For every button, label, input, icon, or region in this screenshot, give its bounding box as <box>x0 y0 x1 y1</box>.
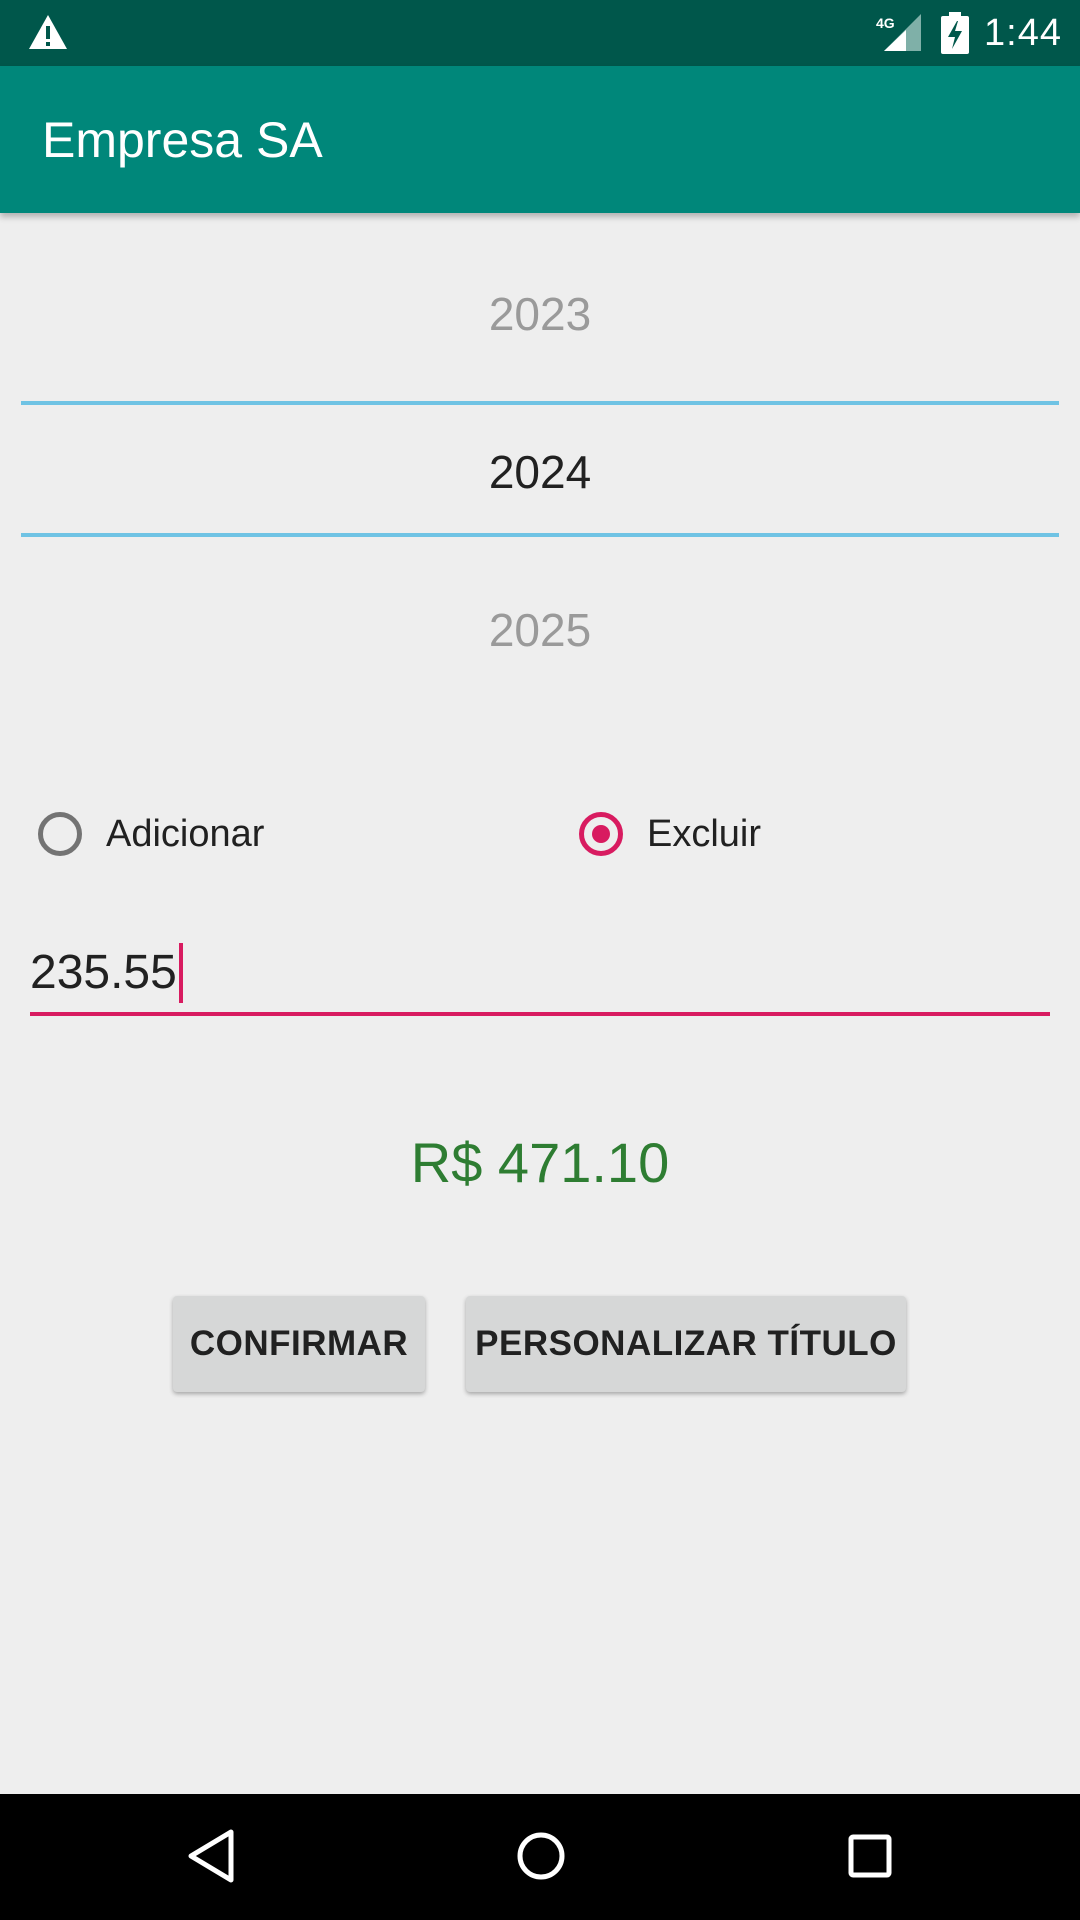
text-cursor <box>178 943 183 1003</box>
year-picker[interactable]: 2023 2024 2025 <box>0 213 1080 733</box>
year-selected[interactable]: 2024 <box>0 442 1080 502</box>
status-time: 1:44 <box>984 12 1062 54</box>
radio-adicionar[interactable]: Adicionar <box>38 800 264 868</box>
radio-excluir[interactable]: Excluir <box>579 800 761 868</box>
input-underline <box>30 1012 1050 1016</box>
status-bar: 4G 1:44 <box>0 0 1080 66</box>
year-previous[interactable]: 2023 <box>0 284 1080 344</box>
app-title: Empresa SA <box>42 112 323 168</box>
picker-divider-top <box>21 401 1059 405</box>
picker-divider-bottom <box>21 533 1059 537</box>
back-icon[interactable] <box>186 1827 236 1885</box>
radio-label-excluir: Excluir <box>647 812 762 855</box>
navigation-bar <box>0 1794 1080 1920</box>
customize-title-button[interactable]: PERSONALIZAR TÍTULO <box>466 1296 906 1392</box>
warning-icon <box>29 15 67 49</box>
amount-input-value[interactable]: 235.55 <box>30 943 183 1003</box>
radio-unchecked-icon[interactable] <box>38 812 82 856</box>
signal-icon: 4G <box>876 14 921 51</box>
radio-label-adicionar: Adicionar <box>106 812 265 855</box>
home-icon[interactable] <box>514 1827 568 1885</box>
battery-charging-icon <box>941 12 969 54</box>
year-next[interactable]: 2025 <box>0 600 1080 660</box>
recents-icon[interactable] <box>846 1827 894 1885</box>
app-bar: Empresa SA <box>0 66 1080 213</box>
svg-text:4G: 4G <box>876 15 895 31</box>
amount-input[interactable]: 235.55 <box>30 935 1050 1016</box>
confirm-button[interactable]: CONFIRMAR <box>173 1296 425 1392</box>
result-amount: R$ 471.10 <box>410 1131 670 1194</box>
radio-checked-icon[interactable] <box>579 812 623 856</box>
